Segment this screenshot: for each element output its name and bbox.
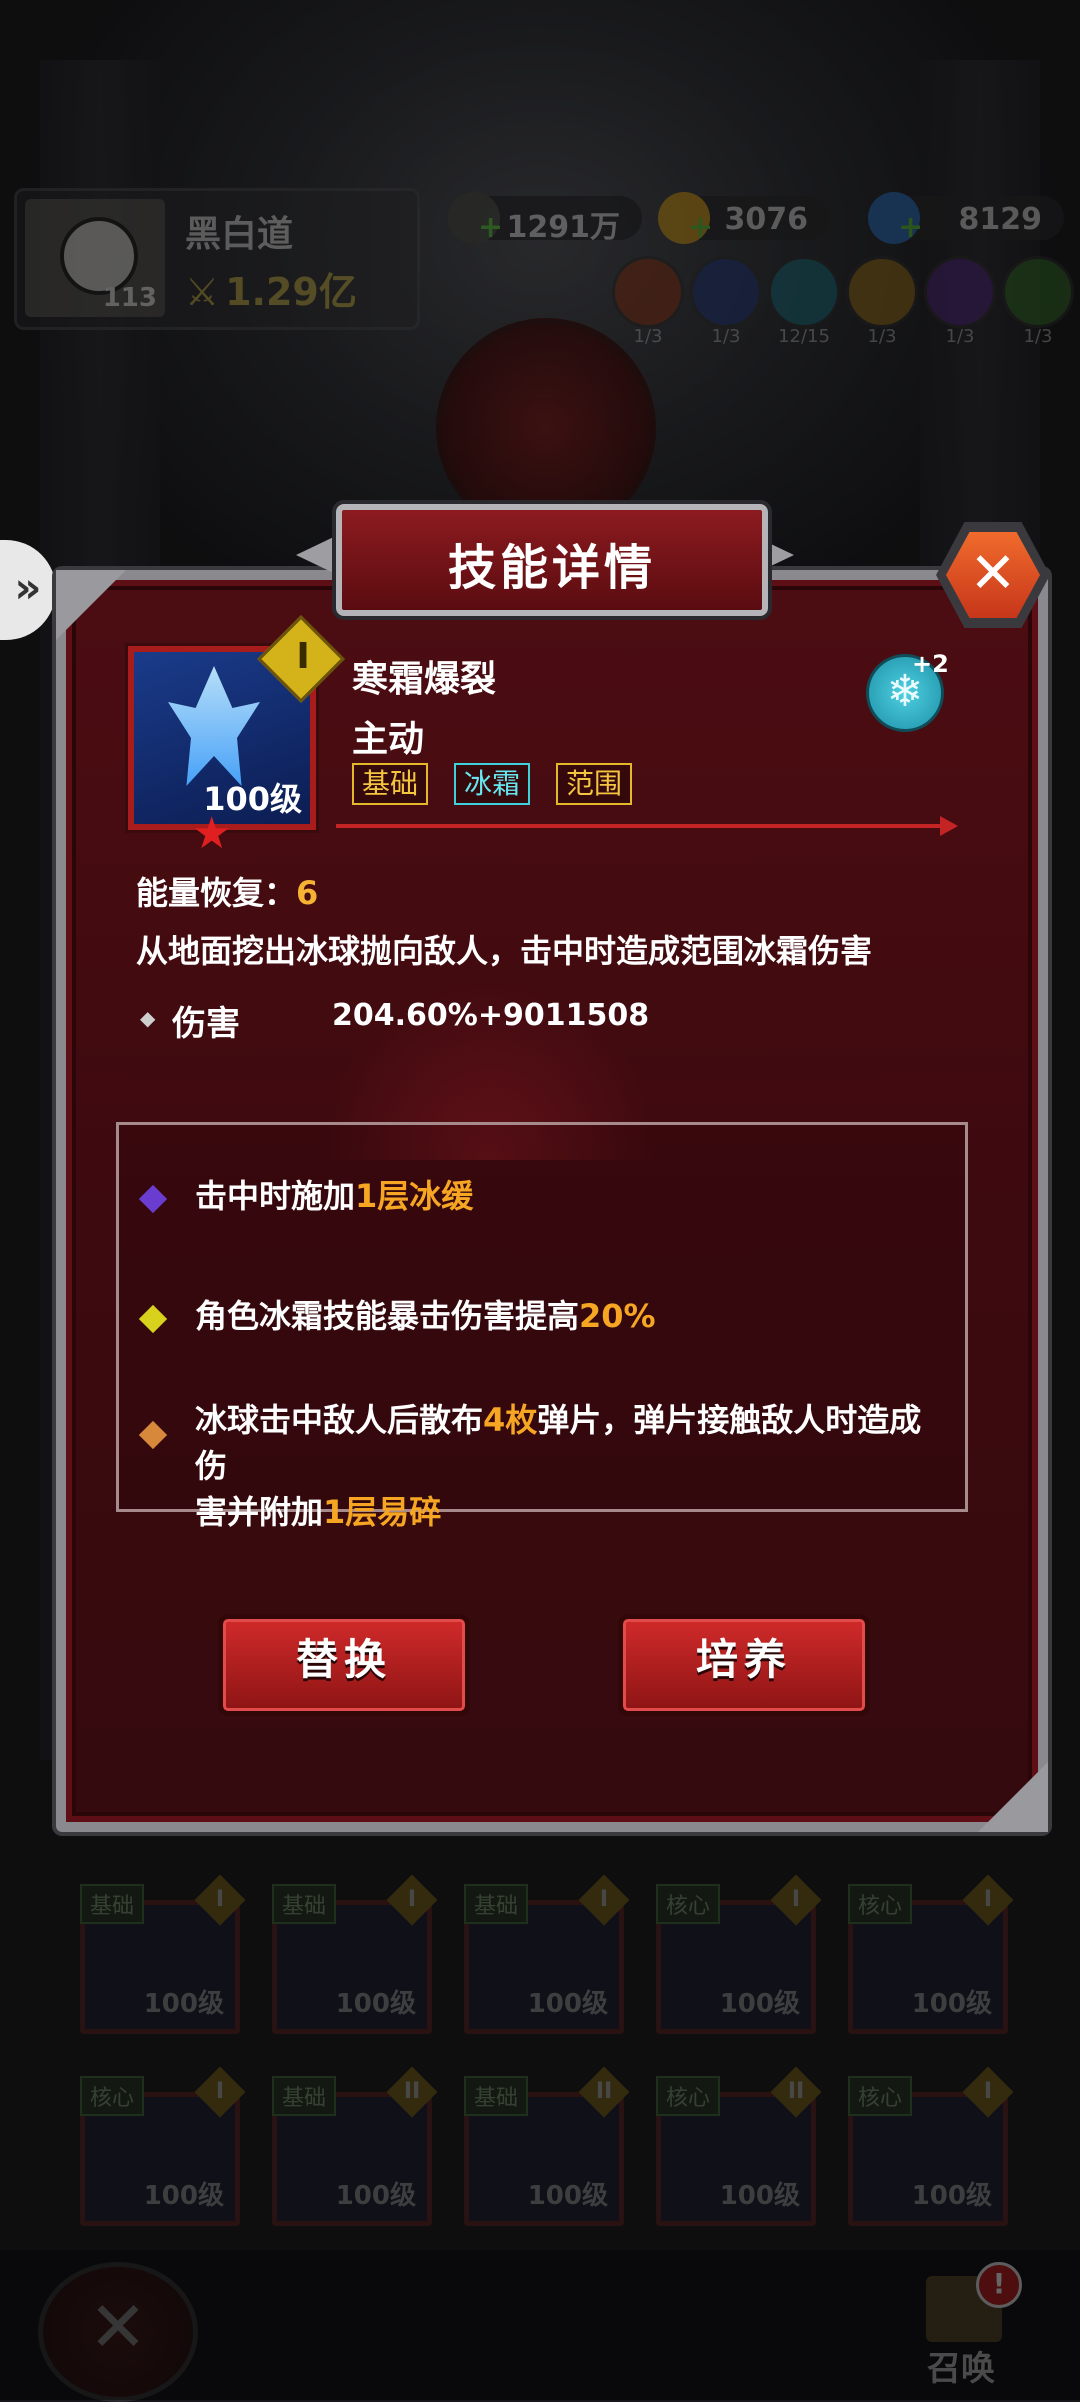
corner-ornament bbox=[56, 570, 126, 640]
tag-frost: 冰霜 bbox=[454, 763, 531, 805]
energy-recovery: 能量恢复：6 bbox=[136, 868, 318, 914]
skill-type: 主动 bbox=[352, 719, 425, 760]
cultivate-label: 培养 bbox=[695, 1635, 792, 1684]
damage-label: 伤害 bbox=[172, 1004, 240, 1044]
replace-button[interactable]: 替换 bbox=[218, 1614, 470, 1716]
element-bonus: +2 bbox=[912, 650, 949, 678]
energy-value: 6 bbox=[296, 874, 319, 912]
double-chevron-right-icon: » bbox=[14, 563, 42, 612]
dialog-title: 技能详情 bbox=[447, 540, 656, 596]
star-icon: ★ bbox=[192, 808, 232, 859]
replace-label: 替换 bbox=[295, 1635, 392, 1684]
side-tab-button[interactable]: » bbox=[0, 540, 56, 640]
energy-label: 能量恢复： bbox=[136, 874, 297, 912]
ice-crystal-icon bbox=[168, 666, 260, 786]
corner-ornament bbox=[978, 1762, 1048, 1832]
effects-panel: 击中时施加1层冰缓 角色冰霜技能暴击伤害提高20% 冰球击中敌人后散布4枚弹片，… bbox=[116, 1122, 968, 1531]
close-icon: ✕ bbox=[969, 541, 1017, 606]
dialog-title-banner: 技能详情 bbox=[336, 504, 768, 616]
tag-basic: 基础 bbox=[352, 763, 429, 805]
diamond-bullet-icon: ◆ bbox=[140, 1006, 156, 1030]
damage-value: 204.60%+9011508 bbox=[332, 998, 650, 1033]
skill-name: 寒霜爆裂 bbox=[352, 659, 497, 700]
divider-arrow bbox=[336, 816, 958, 836]
skill-description: 从地面挖出冰球抛向敌人，击中时造成范围冰霜伤害 bbox=[136, 932, 873, 970]
tag-range: 范围 bbox=[556, 763, 633, 805]
purple-gem-icon bbox=[138, 1184, 168, 1214]
cultivate-button[interactable]: 培养 bbox=[618, 1614, 870, 1716]
yellow-gem-icon bbox=[138, 1304, 168, 1334]
orange-gem-icon bbox=[138, 1420, 168, 1450]
